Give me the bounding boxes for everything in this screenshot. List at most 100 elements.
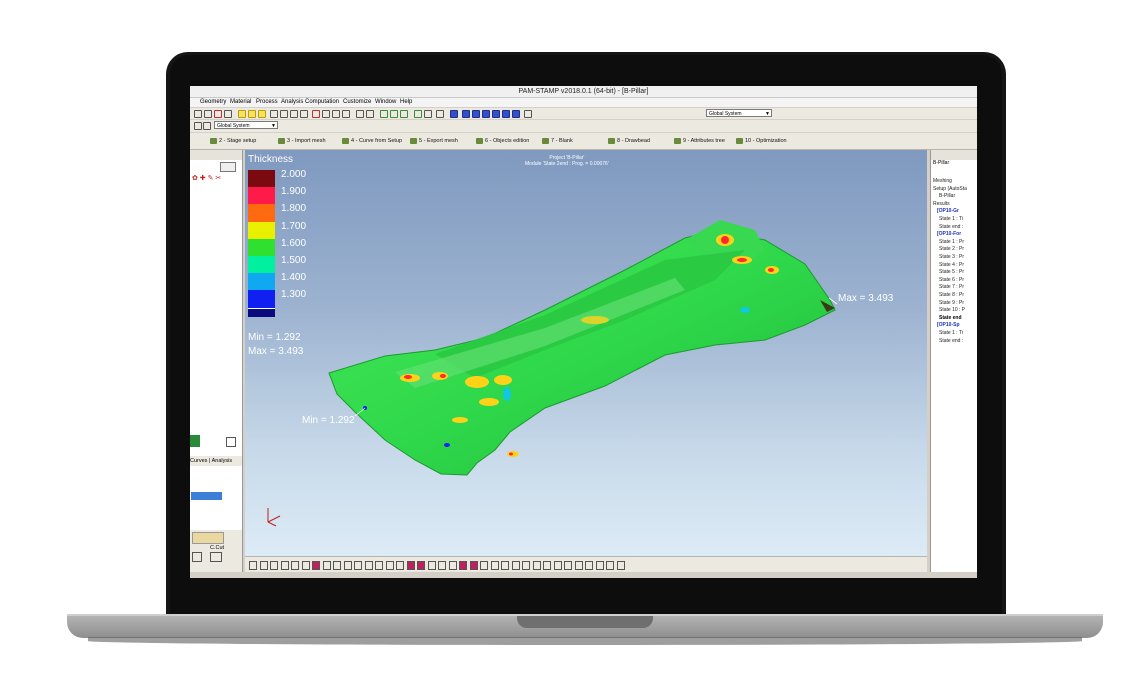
tree-item[interactable]: State 4 : Pr — [939, 262, 964, 268]
zoom-icon[interactable] — [194, 110, 202, 118]
right-view-icon[interactable] — [512, 110, 520, 118]
layout-icon[interactable] — [249, 561, 257, 570]
select-icon[interactable] — [238, 110, 246, 118]
menu-geometry[interactable]: Geometry — [200, 99, 226, 105]
progress-control[interactable] — [192, 532, 224, 544]
tree-item[interactable]: [OP10-Sp — [937, 322, 960, 328]
pause-icon[interactable] — [448, 561, 457, 570]
menu-help[interactable]: Help — [400, 99, 412, 105]
grab-icon[interactable] — [190, 435, 200, 447]
forward-icon[interactable] — [459, 561, 467, 570]
tree-item[interactable]: State 9 : Pr — [939, 300, 964, 306]
undo-icon[interactable] — [332, 110, 340, 118]
frame-icon[interactable] — [312, 561, 320, 570]
draw-icon[interactable] — [424, 110, 432, 118]
panel-icon[interactable] — [226, 437, 236, 447]
film-icon[interactable] — [490, 561, 499, 570]
tree-item[interactable]: State end : — [939, 224, 963, 230]
point-icon[interactable] — [400, 110, 408, 118]
label-icon[interactable] — [553, 561, 562, 570]
stop-icon[interactable] — [427, 561, 436, 570]
menu-material[interactable]: Material — [230, 99, 251, 105]
redo-icon[interactable] — [595, 561, 604, 570]
coord-system-select-small[interactable]: Global System ▼ — [214, 121, 278, 129]
list-view-icon[interactable] — [220, 162, 236, 172]
pin-icon[interactable] — [436, 110, 444, 118]
tab4-icon[interactable] — [364, 561, 373, 570]
tab1-icon[interactable] — [333, 561, 341, 570]
tab3-icon[interactable] — [354, 561, 362, 570]
tree-item[interactable]: State 1 : Pr — [939, 239, 964, 245]
tool-icons-row[interactable]: ✿ ✚ ✎ ✂ — [192, 174, 221, 182]
first-frame-icon[interactable] — [406, 561, 415, 570]
text-icon[interactable] — [522, 561, 530, 570]
rewind-icon[interactable] — [417, 561, 425, 570]
front-view-icon[interactable] — [462, 110, 470, 118]
grid-icon[interactable] — [574, 561, 583, 570]
selected-row[interactable] — [191, 492, 222, 500]
tree-item[interactable]: Results — [933, 201, 950, 207]
box-icon[interactable] — [248, 110, 256, 118]
camera-icon[interactable] — [480, 561, 488, 570]
chart-icon[interactable] — [385, 561, 394, 570]
3d-viewport[interactable]: Project 'B-Pillar' Module 'State 2end : … — [245, 150, 927, 556]
tree-item[interactable]: State end : — [939, 338, 963, 344]
undo-icon[interactable] — [585, 561, 593, 570]
tree-item[interactable]: [OP10-For — [937, 231, 961, 237]
refresh-icon[interactable] — [524, 110, 532, 118]
back-view-icon[interactable] — [472, 110, 480, 118]
surface-icon[interactable] — [380, 110, 388, 118]
objects-edition-button[interactable]: 6 - Objects edition — [474, 136, 529, 146]
export-icon[interactable] — [511, 561, 520, 570]
play-icon[interactable] — [438, 561, 446, 570]
arrow-icon[interactable] — [543, 561, 551, 570]
menu-analysis[interactable]: Analysis — [281, 99, 303, 105]
drawbead-button[interactable]: 8 - Drawbead — [606, 136, 650, 146]
measure-icon[interactable] — [322, 110, 330, 118]
tree-item[interactable]: Setup (AutoSta — [933, 186, 967, 192]
tab5-icon[interactable] — [375, 561, 383, 570]
layer-icon[interactable] — [194, 122, 202, 130]
light-icon[interactable] — [280, 561, 289, 570]
palette-icon[interactable] — [501, 561, 509, 570]
window-icon[interactable] — [270, 561, 278, 570]
range-icon[interactable] — [322, 561, 331, 570]
view-icon[interactable] — [270, 110, 278, 118]
tree-item[interactable]: State end — [939, 315, 962, 321]
redo-icon[interactable] — [342, 110, 350, 118]
tree-item[interactable]: State 8 : Pr — [939, 292, 964, 298]
menu-customize[interactable]: Customize — [343, 99, 371, 105]
arrow-icon[interactable] — [356, 110, 364, 118]
import-mesh-button[interactable]: 3 - Import mesh — [276, 136, 326, 146]
node-icon[interactable] — [290, 110, 298, 118]
filter-icon[interactable] — [203, 122, 211, 130]
b-pillar-part[interactable] — [245, 150, 927, 556]
record-icon[interactable] — [396, 561, 404, 570]
cut-icon[interactable] — [312, 110, 320, 118]
step-back-icon[interactable] — [301, 561, 310, 570]
tree-item[interactable]: Meshing — [933, 178, 952, 184]
last-frame-icon[interactable] — [469, 561, 478, 570]
left-panel-tabs[interactable]: Curves | Analysis — [190, 456, 242, 466]
mesh-icon[interactable] — [280, 110, 288, 118]
tree-item[interactable]: State 6 : Pr — [939, 277, 964, 283]
tree-item[interactable]: State 1 : Ti — [939, 330, 963, 336]
shade-icon[interactable] — [258, 110, 266, 118]
box2-icon[interactable] — [616, 561, 625, 570]
stage-setup-button[interactable]: 2 - Stage setup — [208, 136, 256, 146]
pick-icon[interactable] — [366, 110, 374, 118]
tree-item[interactable]: State 2 : Pr — [939, 246, 964, 252]
curve-from-setup-button[interactable]: 4 - Curve from Setup — [340, 136, 402, 146]
fit-icon[interactable] — [214, 110, 222, 118]
tool-icon[interactable] — [414, 110, 422, 118]
tree-item[interactable]: State 10 : P — [939, 307, 965, 313]
left-view-icon[interactable] — [502, 110, 510, 118]
element-icon[interactable] — [300, 110, 308, 118]
tree-item[interactable]: B-Pillar — [939, 193, 955, 199]
section-icon[interactable] — [192, 552, 202, 562]
tree-item[interactable]: State 1 : Ti — [939, 216, 963, 222]
box-icon[interactable] — [606, 561, 614, 570]
rotate-icon[interactable] — [224, 110, 232, 118]
tab2-icon[interactable] — [343, 561, 352, 570]
label2-icon[interactable] — [564, 561, 572, 570]
